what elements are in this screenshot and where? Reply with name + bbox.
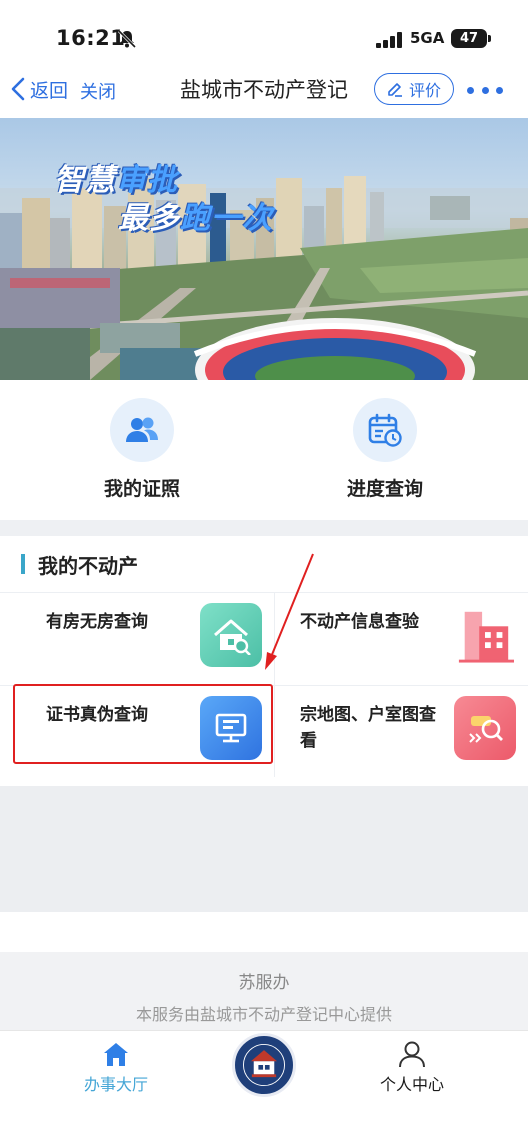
user-icon xyxy=(399,1041,425,1068)
spacer xyxy=(0,912,528,952)
chevron-left-icon xyxy=(11,77,25,101)
slogan-part2: 最多 xyxy=(118,201,180,236)
service-map-view[interactable]: 宗地图、户室图查看 xyxy=(264,686,528,779)
back-button[interactable]: 返回 xyxy=(10,74,68,104)
nav-bar: 返回 关闭 盐城市不动产登记 评价 xyxy=(0,62,528,118)
service-label: 宗地图、户室图查看 xyxy=(300,705,436,751)
tab-service-hall[interactable]: 办事大厅 xyxy=(56,1039,176,1095)
bell-muted-icon xyxy=(117,29,137,49)
quick-my-licenses[interactable]: 我的证照 xyxy=(62,398,222,508)
tab-label: 办事大厅 xyxy=(83,1075,148,1094)
banner-slogan: 智慧审批 最多跑一次 xyxy=(54,162,273,238)
quick-label: 进度查询 xyxy=(346,478,423,500)
signal-icon xyxy=(376,32,402,48)
footer-brand: 苏服办 xyxy=(238,973,290,993)
service-label: 有房无房查询 xyxy=(46,612,148,632)
slogan-part1-highlight: 审批 xyxy=(116,163,178,198)
section-accent-bar xyxy=(21,554,25,574)
edit-icon xyxy=(388,83,402,97)
service-label: 不动产信息查验 xyxy=(300,612,419,632)
banner-image[interactable]: 智慧审批 最多跑一次 xyxy=(0,118,528,380)
service-house-query[interactable]: 有房无房查询 xyxy=(0,593,264,686)
more-dot-icon xyxy=(467,86,474,94)
quick-progress-query[interactable]: 进度查询 xyxy=(305,398,465,508)
battery-level: 47 xyxy=(459,31,479,46)
emblem-icon xyxy=(237,1038,291,1092)
battery-icon: 47 xyxy=(451,29,487,48)
more-menu-button[interactable] xyxy=(467,82,503,98)
footer: 苏服办 本服务由盐城市不动产登记中心提供 xyxy=(0,952,528,1030)
page-title: 盐城市不动产登记 xyxy=(180,78,348,102)
slogan-part1: 智慧 xyxy=(54,163,116,198)
section-divider xyxy=(0,520,528,536)
map-search-icon xyxy=(454,696,516,760)
tab-personal-center[interactable]: 个人中心 xyxy=(352,1039,472,1095)
rate-button[interactable]: 评价 xyxy=(374,73,454,105)
calendar-clock-icon xyxy=(353,398,417,462)
house-search-icon xyxy=(200,603,262,667)
slogan-part2-highlight: 跑一次 xyxy=(180,201,273,236)
footer-description: 本服务由盐城市不动产登记中心提供 xyxy=(135,1005,392,1024)
service-grid: 有房无房查询 不动产信息查验 证书真伪查询 宗地图、户室图查看 xyxy=(0,592,528,786)
close-button[interactable]: 关闭 xyxy=(80,78,116,104)
service-property-verify[interactable]: 不动产信息查验 xyxy=(264,593,528,686)
home-icon xyxy=(104,1043,128,1066)
rate-label: 评价 xyxy=(408,81,441,100)
status-time: 16:21 xyxy=(56,26,126,50)
battery-tip xyxy=(488,35,491,42)
tab-label: 个人中心 xyxy=(379,1075,444,1094)
building-icon xyxy=(454,603,516,667)
quick-entries: 我的证照 进度查询 xyxy=(0,380,528,520)
tab-bar: 办事大厅 个人中心 xyxy=(0,1030,528,1098)
real-estate-emblem-logo[interactable] xyxy=(232,1033,296,1097)
service-label: 证书真伪查询 xyxy=(46,705,148,725)
section-title: 我的不动产 xyxy=(38,554,138,578)
quick-label: 我的证照 xyxy=(103,478,180,500)
network-type: 5GA xyxy=(410,29,445,47)
status-bar: 16:21 5GA 47 xyxy=(0,0,528,62)
back-label: 返回 xyxy=(30,79,69,102)
service-certificate-verify[interactable]: 证书真伪查询 xyxy=(0,686,264,779)
city-skyline-illustration xyxy=(0,176,528,380)
people-icon xyxy=(110,398,174,462)
more-dot-icon xyxy=(496,86,503,94)
more-dot-icon xyxy=(481,86,489,94)
monitor-certificate-icon xyxy=(200,696,262,760)
home-indicator-area xyxy=(0,1098,528,1144)
empty-area xyxy=(0,786,528,912)
section-header: 我的不动产 xyxy=(0,536,528,592)
